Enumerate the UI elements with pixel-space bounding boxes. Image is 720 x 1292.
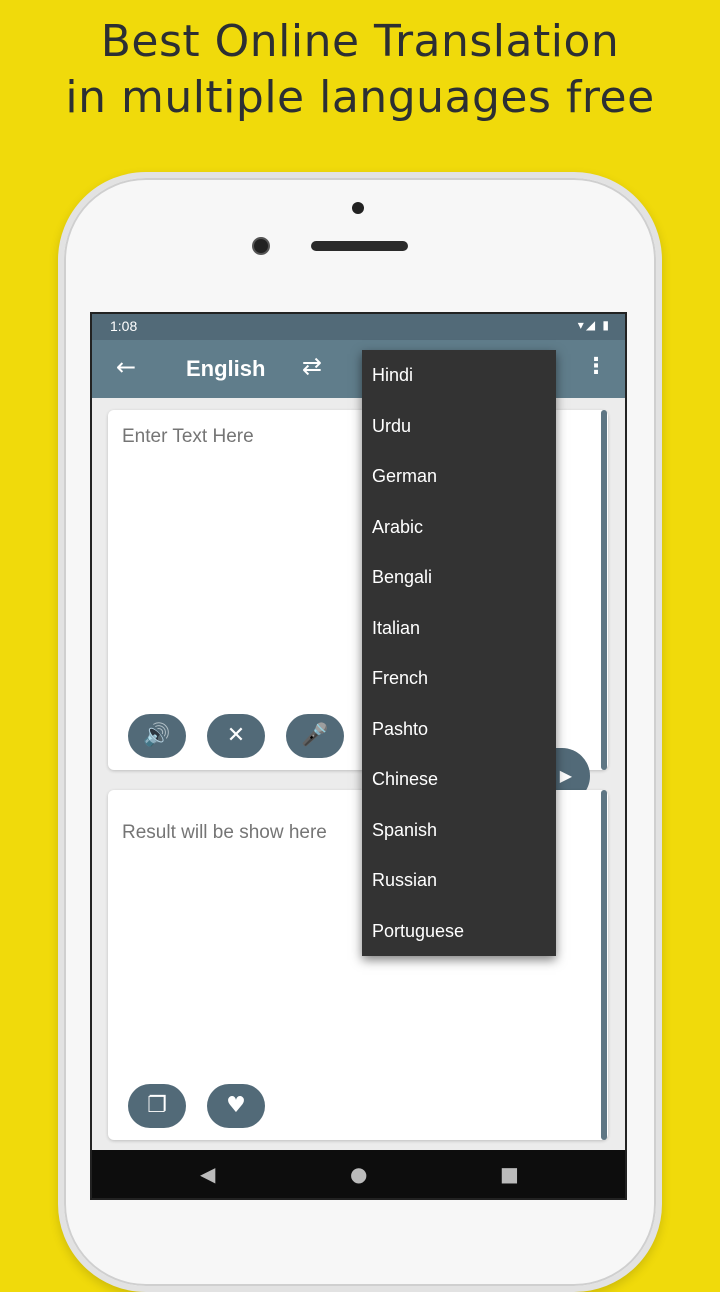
headline-line-2: in multiple languages free bbox=[65, 72, 655, 123]
dropdown-item-hindi[interactable]: Hindi bbox=[362, 350, 556, 401]
favorite-button[interactable]: ♥ bbox=[207, 1084, 265, 1128]
more-options-icon[interactable]: ⋮ bbox=[585, 354, 607, 379]
dropdown-item-italian[interactable]: Italian bbox=[362, 603, 556, 654]
dropdown-item-chinese[interactable]: Chinese bbox=[362, 754, 556, 805]
copy-icon: ❐ bbox=[147, 1093, 167, 1118]
status-time: 1:08 bbox=[110, 318, 138, 334]
headline: Best Online Translation in multiple lang… bbox=[0, 14, 720, 126]
language-dropdown: Hindi Urdu German Arabic Bengali Italian… bbox=[362, 350, 556, 956]
output-scrollbar[interactable] bbox=[601, 790, 607, 1140]
earpiece-speaker bbox=[311, 241, 408, 251]
heart-icon: ♥ bbox=[226, 1093, 246, 1118]
dropdown-item-german[interactable]: German bbox=[362, 451, 556, 502]
android-nav-bar: ◀ ● ■ bbox=[92, 1150, 625, 1198]
source-language-button[interactable]: English bbox=[186, 356, 265, 382]
close-icon: ✕ bbox=[226, 723, 246, 748]
dropdown-item-bengali[interactable]: Bengali bbox=[362, 552, 556, 603]
clear-button[interactable]: ✕ bbox=[207, 714, 265, 758]
microphone-button[interactable]: 🎤 bbox=[286, 714, 344, 758]
status-bar: 1:08 ▾◢ ▮ bbox=[92, 314, 625, 340]
dropdown-item-urdu[interactable]: Urdu bbox=[362, 401, 556, 452]
copy-button[interactable]: ❐ bbox=[128, 1084, 186, 1128]
nav-recents-icon[interactable]: ■ bbox=[500, 1162, 519, 1186]
nav-home-icon[interactable]: ● bbox=[350, 1162, 367, 1186]
input-scrollbar[interactable] bbox=[601, 410, 607, 770]
speaker-icon: 🔊 bbox=[143, 723, 171, 748]
dropdown-item-pashto[interactable]: Pashto bbox=[362, 704, 556, 755]
status-icons: ▾◢ ▮ bbox=[577, 318, 611, 332]
nav-back-icon[interactable]: ◀ bbox=[200, 1162, 215, 1186]
back-arrow-icon[interactable]: ← bbox=[116, 353, 136, 381]
dropdown-item-arabic[interactable]: Arabic bbox=[362, 502, 556, 553]
dropdown-item-russian[interactable]: Russian bbox=[362, 855, 556, 906]
play-arrow-icon: ▶ bbox=[559, 766, 572, 785]
dropdown-item-portuguese[interactable]: Portuguese bbox=[362, 906, 556, 957]
dropdown-item-spanish[interactable]: Spanish bbox=[362, 805, 556, 856]
result-text: Result will be show here bbox=[122, 822, 327, 843]
headline-line-1: Best Online Translation bbox=[100, 16, 620, 67]
dropdown-item-french[interactable]: French bbox=[362, 653, 556, 704]
proximity-sensor bbox=[352, 202, 364, 214]
front-camera bbox=[252, 237, 270, 255]
input-text-field[interactable]: Enter Text Here bbox=[122, 426, 254, 448]
speaker-button[interactable]: 🔊 bbox=[128, 714, 186, 758]
microphone-icon: 🎤 bbox=[301, 723, 329, 748]
swap-languages-icon[interactable]: ⇄ bbox=[302, 352, 322, 380]
